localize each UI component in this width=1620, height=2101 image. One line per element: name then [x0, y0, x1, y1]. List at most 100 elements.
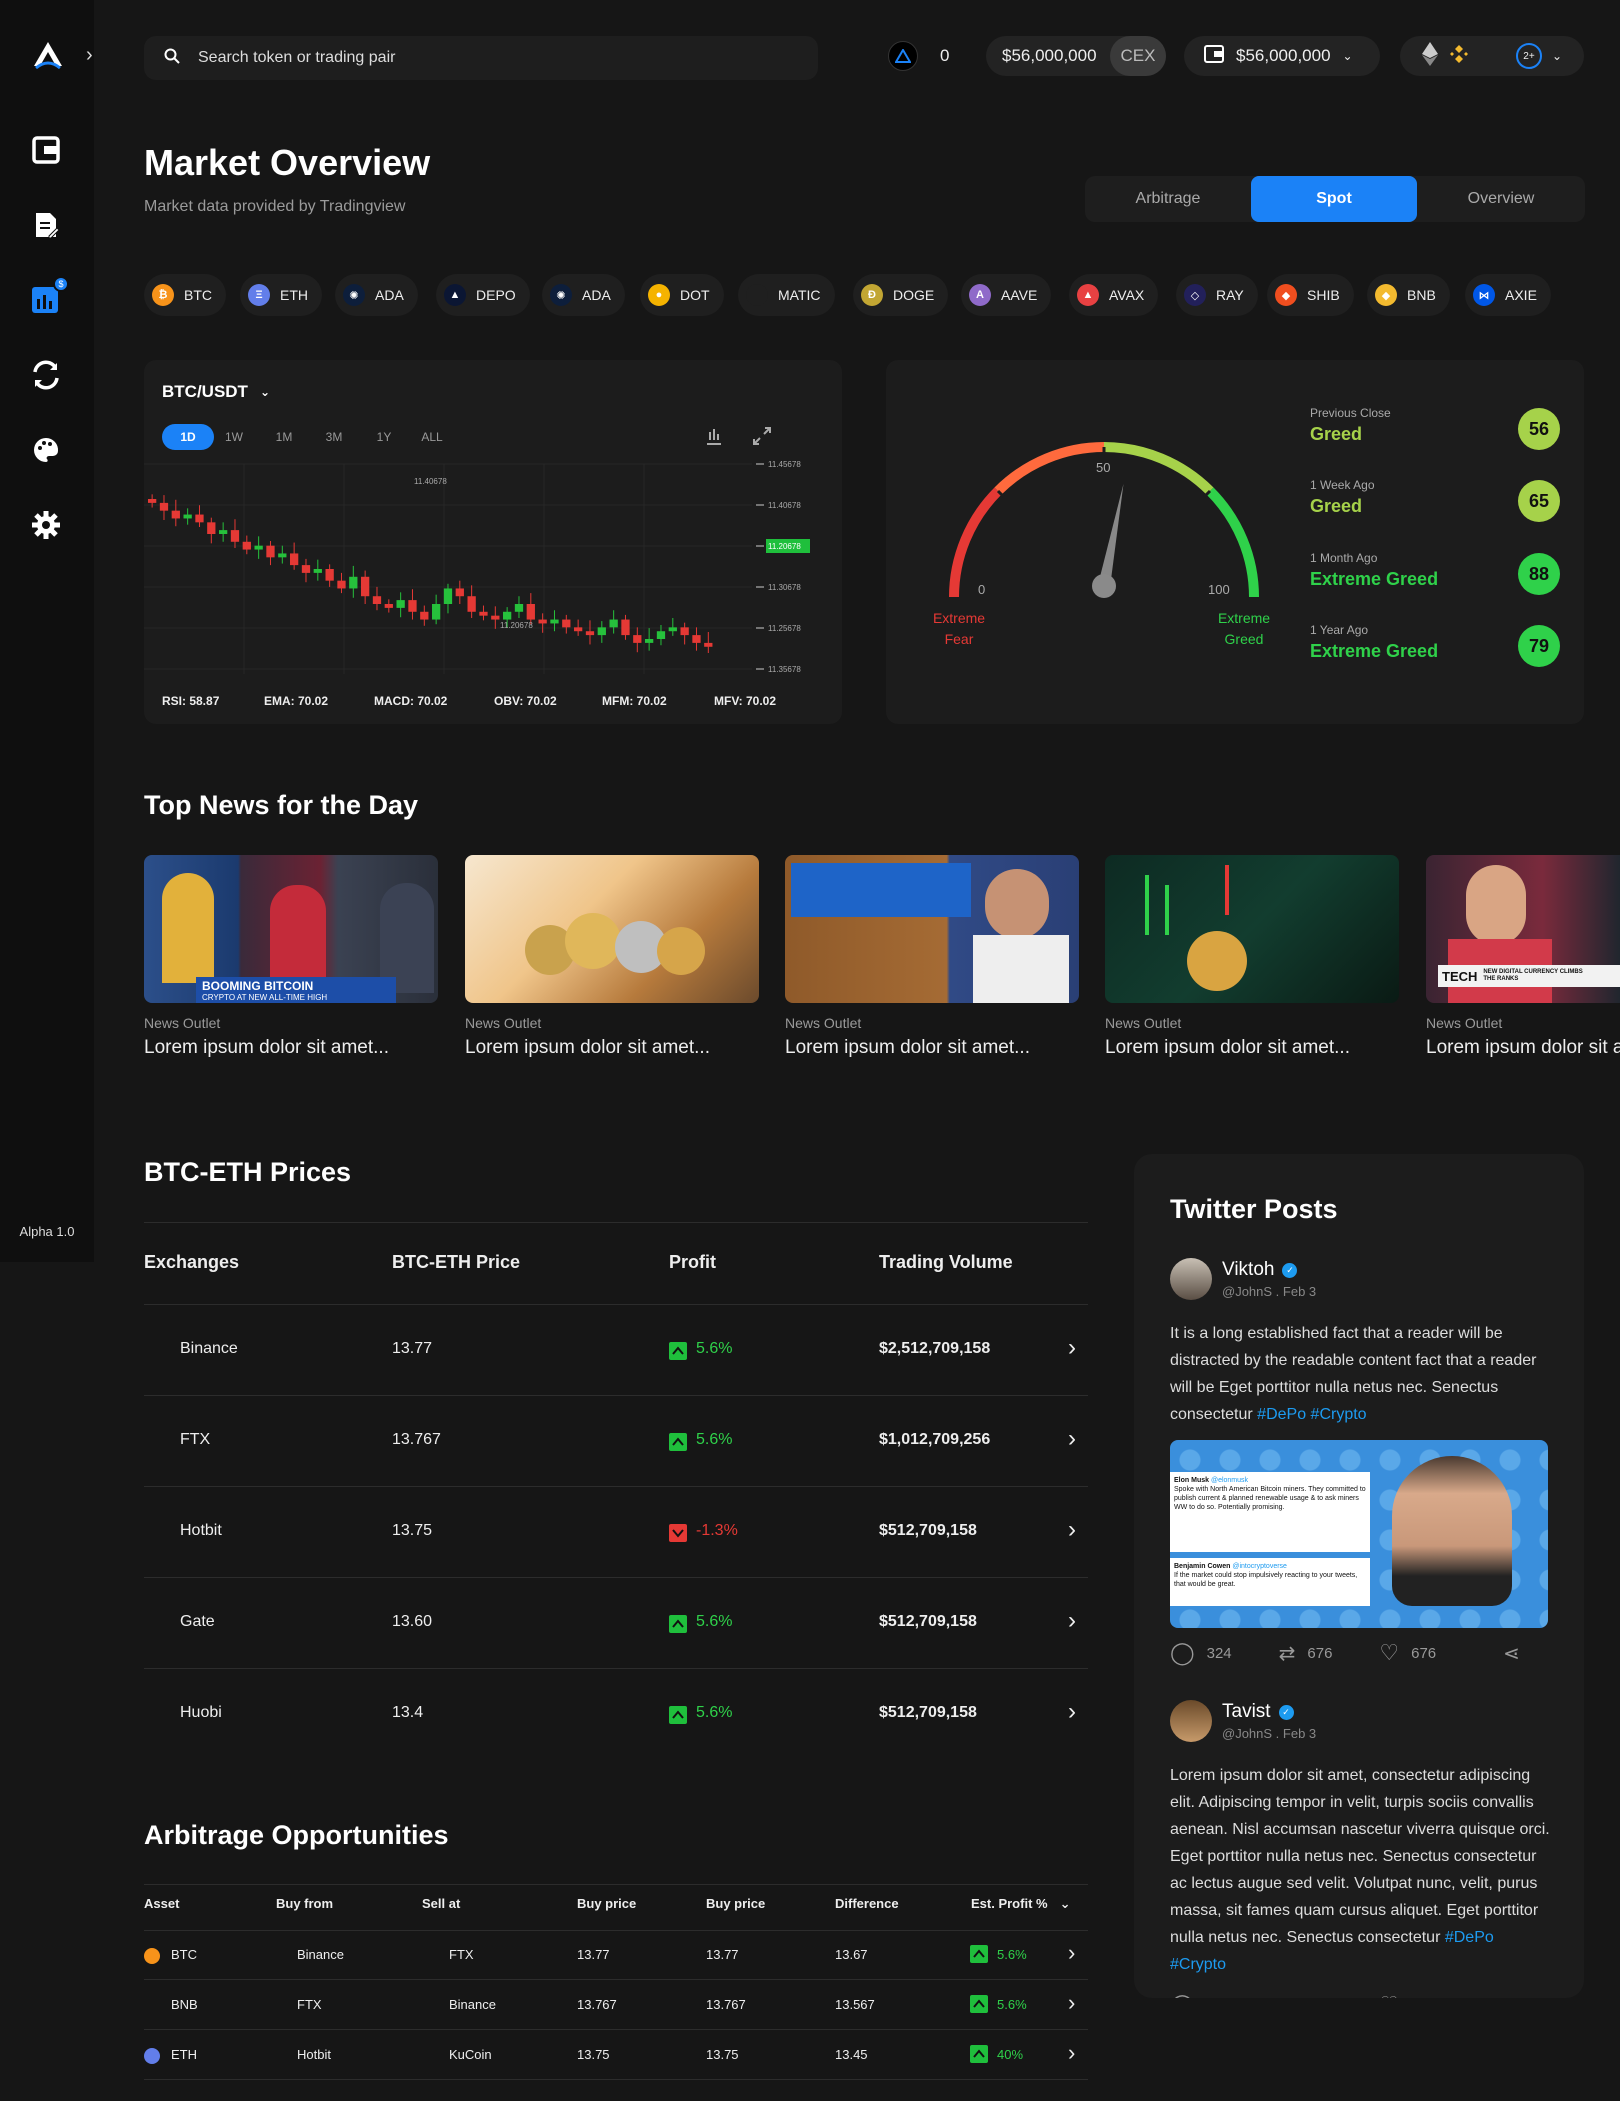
table-row[interactable]: Gate 13.60 5.6% $512,709,158 ›: [144, 1577, 1088, 1668]
chevron-right-icon[interactable]: ›: [1068, 1698, 1076, 1726]
profit-value: 5.6%: [696, 1340, 733, 1357]
tab-spot[interactable]: Spot: [1251, 176, 1417, 222]
candle-body: [668, 627, 677, 632]
axis-tick-label: 11.25678: [768, 624, 801, 633]
token-chip-depo[interactable]: ▲ DEPO: [436, 274, 530, 316]
fullscreen-icon[interactable]: [752, 426, 772, 451]
token-chip-bnb[interactable]: ◆ BNB: [1367, 274, 1450, 316]
token-chip-btc[interactable]: ₿ BTC: [144, 274, 226, 316]
tab-overview[interactable]: Overview: [1417, 176, 1585, 222]
sentiment-value-badge: 79: [1518, 625, 1560, 667]
tweet[interactable]: Viktoh ✓ @JohnS . Feb 3 It is a long est…: [1170, 1258, 1550, 1666]
table-row[interactable]: Huobi 13.4 5.6% $512,709,158 ›: [144, 1668, 1088, 1759]
app-logo[interactable]: [32, 40, 64, 70]
document-icon[interactable]: [29, 208, 63, 242]
token-chip-dot[interactable]: ● DOT: [640, 274, 724, 316]
exchange-name: FTX: [180, 1431, 211, 1448]
table-row[interactable]: ETH Hotbit KuCoin 13.75 13.75 13.45 40% ›: [144, 2030, 1088, 2080]
chevron-right-icon[interactable]: ›: [1068, 2040, 1075, 2066]
wallet-icon[interactable]: [29, 133, 63, 167]
range-all[interactable]: ALL: [412, 424, 452, 450]
tweet-hashtags[interactable]: #DePo #Crypto: [1257, 1406, 1366, 1423]
token-chip-shib[interactable]: ◆ SHIB: [1267, 274, 1354, 316]
market-chart-icon[interactable]: $: [29, 276, 69, 316]
chevron-down-icon: ⌄: [259, 385, 271, 399]
cex-toggle[interactable]: CEX: [1110, 36, 1166, 76]
news-card[interactable]: News Outlet Lorem ipsum dolor sit amet..…: [1105, 855, 1399, 1059]
sentiment-history-item: 1 Year Ago Extreme Greed 79: [1310, 623, 1560, 671]
token-chip-ada[interactable]: ✺ ADA: [335, 274, 418, 316]
search-input[interactable]: Search token or trading pair: [144, 36, 818, 80]
comment-icon[interactable]: ◯: [1170, 1992, 1195, 1998]
retweet-icon[interactable]: ⇄: [1279, 1641, 1296, 1666]
range-1w[interactable]: 1W: [214, 424, 254, 450]
network-selector[interactable]: 2+ ⌄: [1400, 36, 1584, 76]
profit-value: 5.6%: [696, 1613, 733, 1630]
like-icon[interactable]: ♡: [1379, 1992, 1399, 1998]
buy-price: 13.75: [577, 2047, 610, 2062]
table-row[interactable]: BNB FTX Binance 13.767 13.767 13.567 5.6% ›: [144, 1980, 1088, 2030]
tweet[interactable]: Tavist ✓ @JohnS . Feb 3 Lorem ipsum dolo…: [1170, 1700, 1550, 1998]
table-row[interactable]: BTC Binance FTX 13.77 13.77 13.67 5.6% ›: [144, 1930, 1088, 1980]
chevron-right-icon[interactable]: ›: [1068, 1425, 1076, 1453]
buy-from: FTX: [297, 1997, 322, 2012]
token-chip-aave[interactable]: A AAVE: [961, 274, 1052, 316]
col-est-profit[interactable]: Est. Profit % ⌄: [971, 1896, 1070, 1912]
token-chip-eth[interactable]: Ξ ETH: [240, 274, 322, 316]
range-1y[interactable]: 1Y: [364, 424, 404, 450]
range-3m[interactable]: 3M: [314, 424, 354, 450]
share-icon[interactable]: ⋖: [1503, 1993, 1520, 1999]
news-source: News Outlet: [465, 1015, 542, 1031]
news-banner-sub: CRYPTO AT NEW ALL-TIME HIGH: [202, 993, 328, 1002]
range-1m[interactable]: 1M: [264, 424, 304, 450]
news-card[interactable]: News Outlet Lorem ipsum dolor sit amet..…: [465, 855, 759, 1059]
comment-icon[interactable]: ◯: [1170, 1640, 1195, 1666]
news-card[interactable]: BOOMING BITCOIN CRYPTO AT NEW ALL-TIME H…: [144, 855, 438, 1059]
chevron-right-icon[interactable]: ›: [1068, 1990, 1075, 2016]
swap-icon[interactable]: [29, 358, 63, 392]
chevron-right-icon[interactable]: ›: [1068, 1334, 1076, 1362]
range-1d[interactable]: 1D: [162, 424, 214, 450]
candle-body: [219, 530, 228, 534]
sentiment-history-item: Previous Close Greed 56: [1310, 406, 1560, 454]
chevron-down-icon: ⌄: [1552, 49, 1563, 63]
expand-sidebar-icon[interactable]: ›: [86, 44, 93, 67]
news-card[interactable]: News Outlet Lorem ipsum dolor sit amet..…: [785, 855, 1079, 1059]
candle-body: [704, 642, 713, 647]
table-row[interactable]: Binance 13.77 5.6% $2,512,709,158 ›: [144, 1304, 1088, 1395]
chevron-right-icon[interactable]: ›: [1068, 1940, 1075, 1966]
cex-balance[interactable]: $56,000,000 CEX: [986, 36, 1166, 76]
indicators-icon[interactable]: [704, 426, 724, 451]
pair-label: BTC/USDT: [162, 382, 248, 401]
trading-volume: $512,709,158: [879, 1613, 977, 1630]
table-row[interactable]: FTX 13.767 5.6% $1,012,709,256 ›: [144, 1395, 1088, 1486]
token-chip-doge[interactable]: Ð DOGE: [853, 274, 949, 316]
candle-body: [432, 604, 441, 620]
btc-eth-price: 13.60: [392, 1613, 433, 1630]
candlestick-chart[interactable]: 11.45678 11.40678 11.20678 11.30678 11.25678…: [144, 454, 842, 684]
like-icon[interactable]: ♡: [1379, 1640, 1399, 1666]
table-row[interactable]: Hotbit 13.75 -1.3% $512,709,158 ›: [144, 1486, 1088, 1577]
btc-icon: ₿: [152, 284, 174, 306]
token-chip-ray[interactable]: ◇ RAY: [1176, 274, 1258, 316]
news-headline: Lorem ipsum dolor sit amet...: [785, 1037, 1030, 1058]
token-chip-axie[interactable]: ⋈ AXIE: [1465, 274, 1551, 316]
chevron-right-icon[interactable]: ›: [1068, 1607, 1076, 1635]
palette-icon[interactable]: [29, 433, 63, 467]
sentiment-value-badge: 65: [1518, 480, 1560, 522]
pair-selector[interactable]: BTC/USDT ⌄: [162, 382, 270, 402]
chevron-right-icon[interactable]: ›: [1068, 1516, 1076, 1544]
candle-body: [207, 522, 216, 534]
wallet-balance-dropdown[interactable]: $56,000,000 ⌄: [1184, 36, 1380, 76]
token-chip-ada[interactable]: ✺ ADA: [542, 274, 625, 316]
news-card[interactable]: TECH NEW DIGITAL CURRENCY CLIMBS THE RAN…: [1426, 855, 1620, 1059]
profit-value: -1.3%: [696, 1522, 738, 1539]
retweet-icon[interactable]: ⇄: [1279, 1993, 1296, 1999]
tab-arbitrage[interactable]: Arbitrage: [1085, 176, 1251, 222]
candle-body: [526, 604, 535, 620]
settings-gear-icon[interactable]: [29, 508, 63, 542]
depo-balance[interactable]: 0: [884, 36, 966, 76]
token-chip-avax[interactable]: ▲ AVAX: [1069, 274, 1159, 316]
share-icon[interactable]: ⋖: [1503, 1641, 1520, 1666]
token-chip-matic[interactable]: MATIC: [738, 274, 835, 316]
